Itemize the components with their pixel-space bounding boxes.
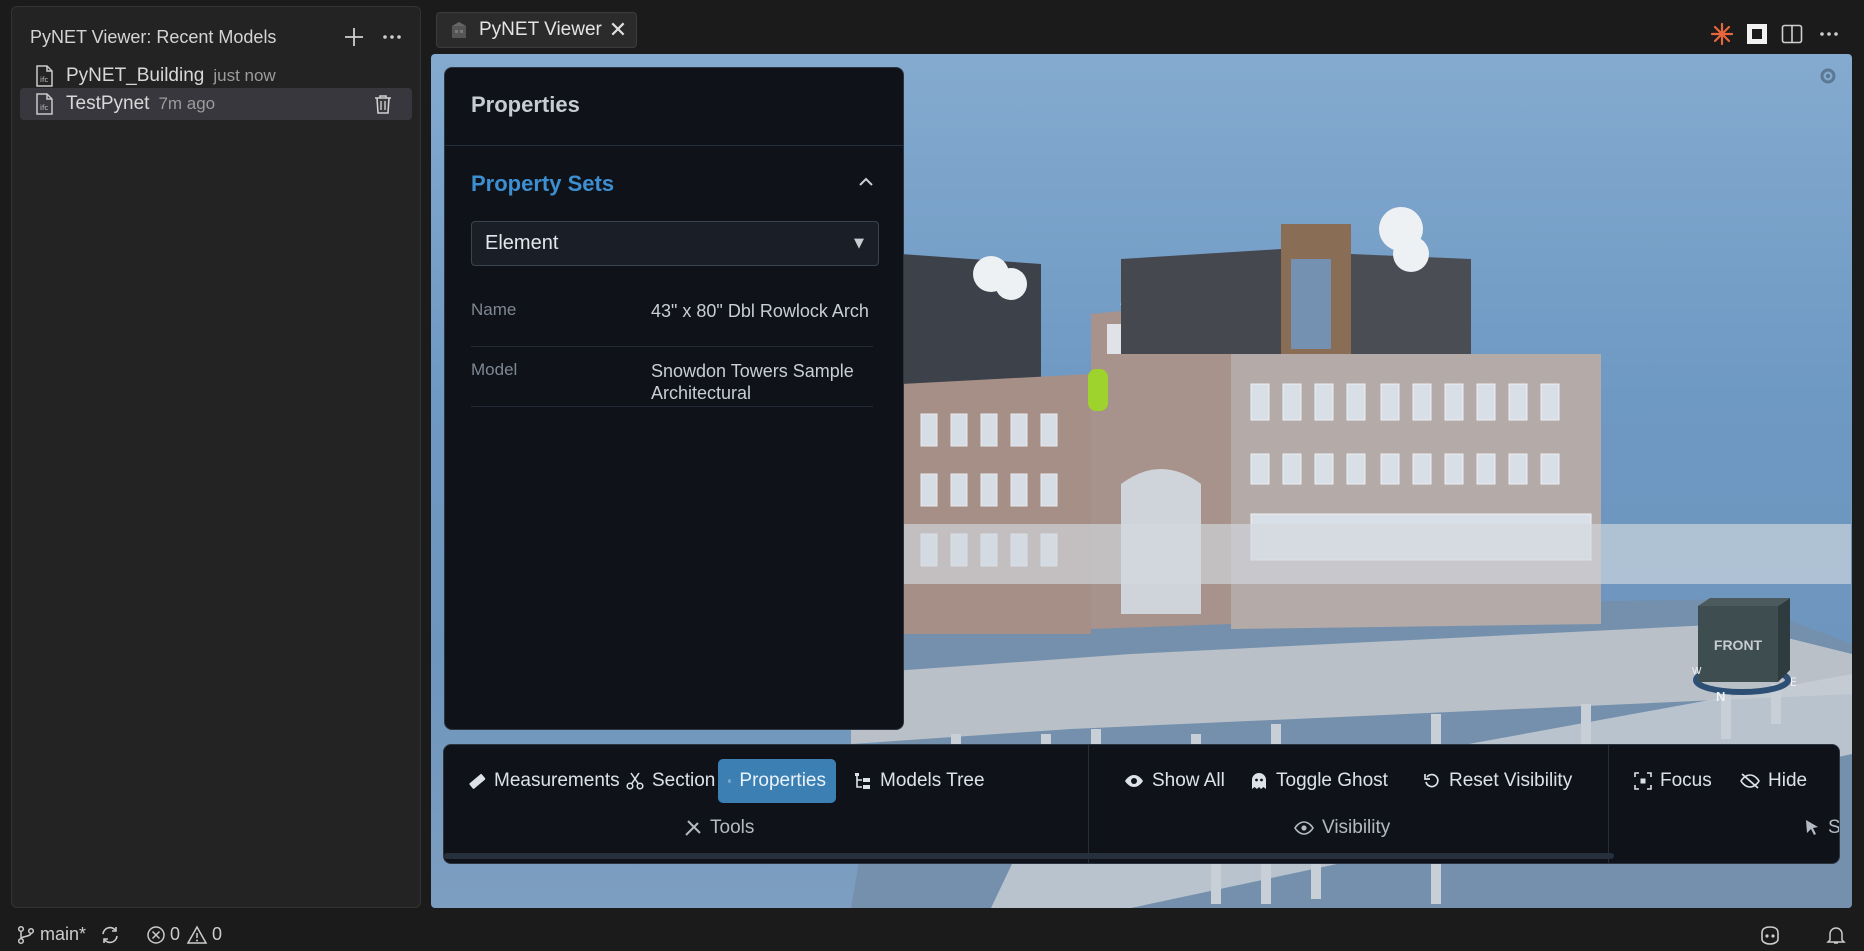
error-icon <box>147 925 165 944</box>
compass-west-label: W <box>1692 666 1702 677</box>
close-icon[interactable]: ✕ <box>604 16 632 44</box>
measurements-button[interactable]: Measurements <box>458 759 630 803</box>
svg-text:ifc: ifc <box>40 104 48 112</box>
group-divider <box>1088 745 1089 863</box>
branch-indicator[interactable]: main* <box>16 924 86 945</box>
bell-icon <box>1826 926 1846 944</box>
notifications-button[interactable] <box>1826 925 1850 945</box>
recent-model-name: TestPynet <box>66 93 150 114</box>
viewer-toolbar: Measurements Section Properties Models T… <box>443 744 1840 864</box>
warning-count: 0 <box>212 924 223 944</box>
toggle-ghost-label: Toggle Ghost <box>1276 770 1388 791</box>
properties-panel-title: Properties <box>471 92 580 117</box>
show-all-label: Show All <box>1152 770 1225 791</box>
sidebar-title: PyNET Viewer: Recent Models <box>30 26 277 47</box>
property-row: Model Snowdon Towers Sample Architectura… <box>471 352 873 407</box>
compass-east-label: E <box>1790 675 1796 689</box>
recent-model-time: just now <box>213 66 276 85</box>
editor-tab-bar: PyNET Viewer ✕ <box>432 6 1852 54</box>
recent-model-name: PyNET_Building <box>66 65 205 86</box>
group-divider <box>1608 745 1609 863</box>
gear-icon[interactable] <box>1818 66 1838 91</box>
tools-group-label: Tools <box>684 817 754 839</box>
property-row: Name 43" x 80" Dbl Rowlock Arch <box>471 292 873 347</box>
models-tree-label: Models Tree <box>880 770 985 791</box>
sidebar-header: PyNET Viewer: Recent Models <box>30 19 408 55</box>
visibility-group-text: Visibility <box>1322 817 1391 838</box>
visibility-group-label: Visibility <box>1294 817 1390 839</box>
dropdown-arrow-icon: ▼ <box>854 236 864 251</box>
property-value: 43" x 80" Dbl Rowlock Arch <box>651 301 869 321</box>
copilot-status-icon <box>1761 925 1779 945</box>
recent-models-sidebar: PyNET Viewer: Recent Models ifc PyNET_Bu… <box>11 6 421 908</box>
divider <box>445 145 903 146</box>
property-sets-header[interactable]: Property Sets <box>471 171 614 197</box>
reset-icon <box>1424 773 1439 788</box>
building-icon <box>452 22 466 38</box>
tree-icon <box>855 773 870 789</box>
panel-icon[interactable] <box>1743 20 1771 48</box>
property-set-select-value: Element <box>485 232 559 254</box>
sync-button[interactable] <box>100 925 124 945</box>
tab-label: PyNET Viewer <box>479 19 602 40</box>
tools-icon <box>685 820 701 836</box>
section-button[interactable]: Section <box>616 759 725 803</box>
ellipsis-icon[interactable] <box>376 21 408 53</box>
reset-visibility-button[interactable]: Reset Visibility <box>1413 759 1582 803</box>
copilot-status[interactable] <box>1758 925 1786 945</box>
svg-text:ifc: ifc <box>40 76 48 84</box>
focus-button[interactable]: Focus <box>1624 759 1722 803</box>
ellipsis-icon[interactable] <box>1815 20 1843 48</box>
split-editor-icon[interactable] <box>1778 20 1806 48</box>
properties-label: Properties <box>739 770 826 791</box>
eye-icon <box>1125 775 1143 787</box>
status-bar: main* 0 0 <box>0 918 1864 951</box>
plus-icon[interactable] <box>338 21 370 53</box>
properties-icon <box>728 779 732 783</box>
property-key: Model <box>471 360 518 379</box>
properties-button[interactable]: Properties <box>718 759 836 803</box>
tools-group-text: Tools <box>710 817 755 838</box>
trash-icon[interactable] <box>372 93 394 115</box>
problems-indicator[interactable]: 0 0 <box>146 924 222 945</box>
models-tree-button[interactable]: Models Tree <box>844 759 995 803</box>
tab-pynet-viewer[interactable]: PyNET Viewer ✕ <box>436 12 637 48</box>
eye-icon <box>1294 821 1314 835</box>
copilot-icon[interactable] <box>1708 20 1736 48</box>
hide-label: Hide <box>1768 770 1808 791</box>
ghost-icon <box>1252 773 1266 789</box>
eye-off-icon <box>1740 773 1760 789</box>
show-all-button[interactable]: Show All <box>1114 759 1235 803</box>
ruler-icon <box>469 773 486 789</box>
toolbar-scrollbar[interactable] <box>444 853 1614 859</box>
recent-model-item-selected[interactable]: ifc TestPynet 7m ago <box>20 88 412 120</box>
scissors-icon <box>626 772 644 790</box>
error-count: 0 <box>170 924 181 944</box>
sync-icon <box>102 926 118 943</box>
ifc-file-icon: ifc <box>36 93 53 115</box>
reset-visibility-label: Reset Visibility <box>1449 770 1573 791</box>
toggle-ghost-button[interactable]: Toggle Ghost <box>1240 759 1398 803</box>
property-value: Snowdon Towers Sample Architectural <box>651 361 854 403</box>
focus-icon <box>1634 772 1652 790</box>
property-set-select[interactable]: Element ▼ <box>471 221 879 266</box>
selection-group-label: S <box>1804 817 1840 839</box>
selection-group-text: S <box>1828 817 1840 838</box>
chevron-up-icon[interactable] <box>855 171 877 193</box>
cube-face-label: FRONT <box>1714 637 1763 653</box>
cursor-icon <box>1806 820 1818 835</box>
property-key: Name <box>471 300 517 319</box>
git-branch-icon <box>17 925 35 944</box>
compass-north-label: N <box>1716 689 1725 704</box>
section-label: Section <box>652 770 716 791</box>
focus-label: Focus <box>1660 770 1712 791</box>
recent-model-time: 7m ago <box>158 94 216 113</box>
branch-name: main* <box>40 924 87 944</box>
measurements-label: Measurements <box>494 770 620 791</box>
hide-button[interactable]: Hide <box>1730 759 1817 803</box>
ifc-file-icon: ifc <box>36 65 53 87</box>
navigation-cube[interactable]: FRONT N E W <box>1692 594 1798 704</box>
properties-panel: Properties Property Sets Element ▼ Name … <box>444 67 904 730</box>
warning-icon <box>186 924 208 944</box>
